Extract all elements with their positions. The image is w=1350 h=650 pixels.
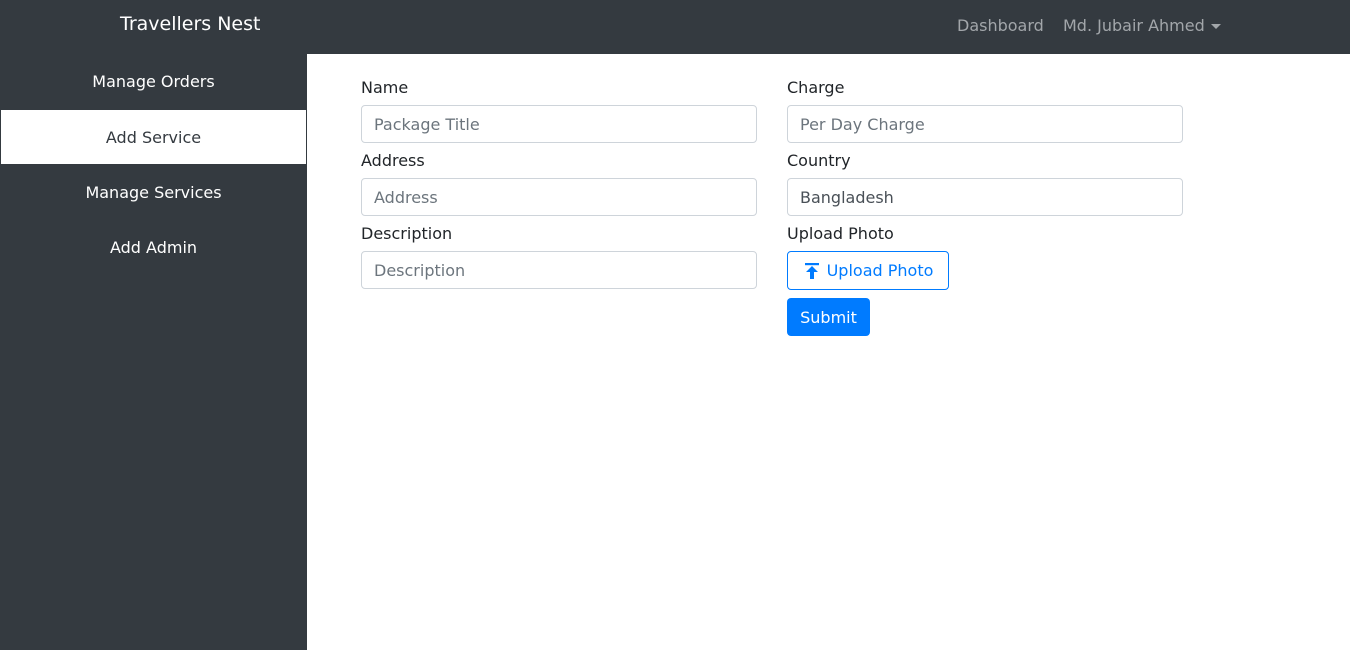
charge-label: Charge: [787, 78, 845, 97]
nav-link-dashboard[interactable]: Dashboard: [957, 16, 1044, 35]
address-label: Address: [361, 151, 425, 170]
description-input[interactable]: [361, 251, 757, 289]
name-label: Name: [361, 78, 409, 97]
main-content: Name Address Description Charge Country …: [307, 54, 1350, 650]
sidebar-item-add-service[interactable]: Add Service: [1, 110, 306, 164]
sidebar-item-add-admin[interactable]: Add Admin: [0, 220, 307, 274]
upload-photo-button-label: Upload Photo: [826, 261, 934, 280]
sidebar: Manage Orders Add Service Manage Service…: [0, 54, 307, 650]
sidebar-item-manage-orders[interactable]: Manage Orders: [0, 54, 307, 108]
user-menu-dropdown[interactable]: Md. Jubair Ahmed: [1063, 16, 1221, 35]
submit-button[interactable]: Submit: [787, 298, 870, 336]
upload-photo-label: Upload Photo: [787, 224, 894, 243]
brand-title[interactable]: Travellers Nest: [120, 13, 260, 35]
charge-input[interactable]: [787, 105, 1183, 143]
top-navbar: Travellers Nest Dashboard Md. Jubair Ahm…: [0, 0, 1350, 54]
caret-down-icon: [1210, 24, 1221, 29]
upload-icon: [804, 262, 819, 279]
description-label: Description: [361, 224, 453, 243]
upload-photo-button[interactable]: Upload Photo: [787, 251, 949, 290]
address-input[interactable]: [361, 178, 757, 216]
sidebar-item-manage-services[interactable]: Manage Services: [0, 165, 307, 219]
country-label: Country: [787, 151, 851, 170]
country-input[interactable]: [787, 178, 1183, 216]
user-name: Md. Jubair Ahmed: [1063, 16, 1205, 35]
name-input[interactable]: [361, 105, 757, 143]
